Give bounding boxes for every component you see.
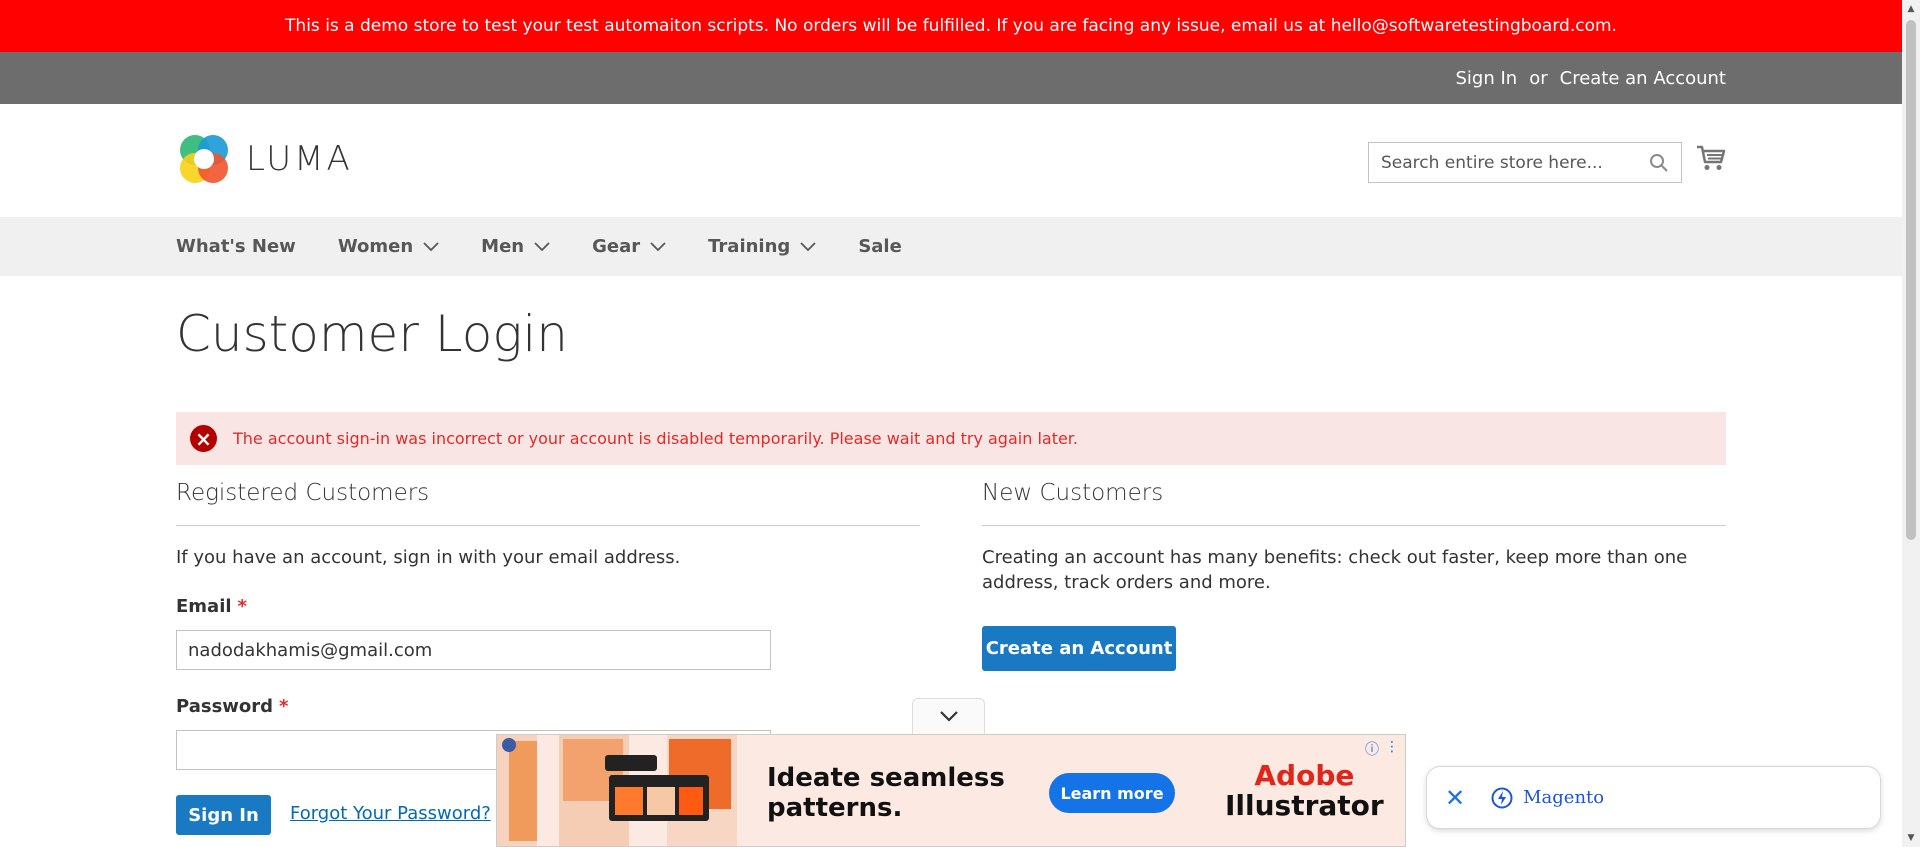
ad-brand-line: Illustrator bbox=[1225, 789, 1384, 822]
page-title: Customer Login bbox=[176, 305, 568, 363]
ad-info-icon[interactable]: ⓘ bbox=[1365, 739, 1379, 759]
new-customers-title: New Customers bbox=[982, 480, 1164, 506]
error-icon: × bbox=[190, 425, 217, 452]
ad-headline: Ideate seamless patterns. bbox=[767, 763, 1005, 823]
password-label: Password * bbox=[176, 696, 288, 717]
required-asterisk: * bbox=[279, 696, 289, 717]
nav-label: What's New bbox=[176, 236, 296, 257]
nav-label: Gear bbox=[592, 236, 641, 257]
email-field[interactable] bbox=[176, 630, 771, 670]
divider bbox=[982, 525, 1726, 526]
nav-label: Sale bbox=[858, 236, 902, 257]
sign-in-button[interactable]: Sign In bbox=[176, 795, 271, 835]
search-box bbox=[1368, 142, 1682, 183]
nav-label: Training bbox=[708, 236, 791, 257]
new-customers-intro: Creating an account has many benefits: c… bbox=[982, 547, 1688, 593]
forgot-password-link[interactable]: Forgot Your Password? bbox=[290, 803, 491, 824]
ad-brand-line: Adobe bbox=[1254, 759, 1355, 792]
cart-icon bbox=[1697, 145, 1726, 170]
nav-item-training[interactable]: Training bbox=[708, 236, 816, 257]
divider bbox=[176, 525, 920, 526]
scroll-down-icon[interactable]: ▼ bbox=[1906, 833, 1916, 843]
chevron-down-icon bbox=[800, 241, 816, 251]
ad-artwork-image bbox=[497, 735, 737, 846]
nav-item-whats-new[interactable]: What's New bbox=[176, 236, 296, 257]
scroll-thumb[interactable] bbox=[1906, 20, 1916, 540]
close-icon[interactable]: ✕ bbox=[1445, 784, 1465, 812]
create-account-button[interactable]: Create an Account bbox=[982, 626, 1176, 671]
demo-notice-text: This is a demo store to test your test a… bbox=[285, 16, 1617, 36]
ad-collapse-button[interactable] bbox=[912, 698, 985, 734]
chevron-down-icon bbox=[939, 711, 958, 722]
or-separator: or bbox=[1529, 67, 1548, 89]
email-label-text: Email bbox=[176, 596, 232, 617]
error-text: The account sign-in was incorrect or you… bbox=[233, 429, 1078, 448]
required-asterisk: * bbox=[237, 596, 247, 617]
scroll-up-icon[interactable]: ▲ bbox=[1906, 4, 1916, 14]
luma-logo[interactable]: LUMA bbox=[176, 131, 353, 187]
ad-banner[interactable]: Ideate seamless patterns. Learn more Ado… bbox=[496, 734, 1406, 847]
ad-menu-icon[interactable]: ⋮ bbox=[1385, 739, 1399, 759]
luma-logo-icon bbox=[180, 135, 228, 183]
nav-item-men[interactable]: Men bbox=[481, 236, 550, 257]
chevron-down-icon bbox=[534, 241, 550, 251]
nav-item-women[interactable]: Women bbox=[338, 236, 439, 257]
nav-label: Women bbox=[337, 236, 414, 257]
email-label: Email * bbox=[176, 596, 247, 617]
logo-wordmark: LUMA bbox=[246, 139, 353, 179]
registered-intro: If you have an account, sign in with you… bbox=[176, 547, 681, 568]
error-message: × The account sign-in was incorrect or y… bbox=[176, 412, 1726, 465]
search-icon[interactable] bbox=[1649, 153, 1669, 173]
chevron-down-icon bbox=[423, 241, 439, 251]
demo-notice-bar: This is a demo store to test your test a… bbox=[0, 0, 1902, 52]
ad-controls: ⓘ ⋮ bbox=[1365, 739, 1399, 759]
nav-label: Men bbox=[481, 236, 525, 257]
nav-item-sale[interactable]: Sale bbox=[858, 236, 902, 257]
site-header: LUMA bbox=[0, 104, 1902, 217]
nav-item-gear[interactable]: Gear bbox=[592, 236, 666, 257]
chevron-down-icon bbox=[650, 241, 666, 251]
create-account-link[interactable]: Create an Account bbox=[1560, 68, 1726, 89]
main-navigation: What's New Women Men Gear Training Sale bbox=[0, 217, 1902, 276]
password-label-text: Password bbox=[176, 696, 274, 717]
registered-customers-title: Registered Customers bbox=[176, 480, 430, 506]
toast-label[interactable]: Magento bbox=[1523, 787, 1604, 808]
ad-learn-more-button[interactable]: Learn more bbox=[1049, 773, 1175, 813]
ad-headline-line: patterns. bbox=[767, 793, 903, 823]
lightning-icon bbox=[1491, 787, 1513, 808]
header-links-bar: Sign In or Create an Account bbox=[0, 52, 1902, 104]
ad-headline-line: Ideate seamless bbox=[767, 763, 1005, 793]
page-scrollbar[interactable]: ▲ ▼ bbox=[1902, 0, 1920, 847]
ad-brand: Adobe Illustrator bbox=[1225, 761, 1384, 821]
sign-in-link[interactable]: Sign In bbox=[1456, 68, 1518, 89]
magento-toast: ✕ Magento bbox=[1426, 766, 1881, 829]
cart-button[interactable] bbox=[1696, 144, 1726, 176]
search-input[interactable] bbox=[1381, 152, 1649, 173]
